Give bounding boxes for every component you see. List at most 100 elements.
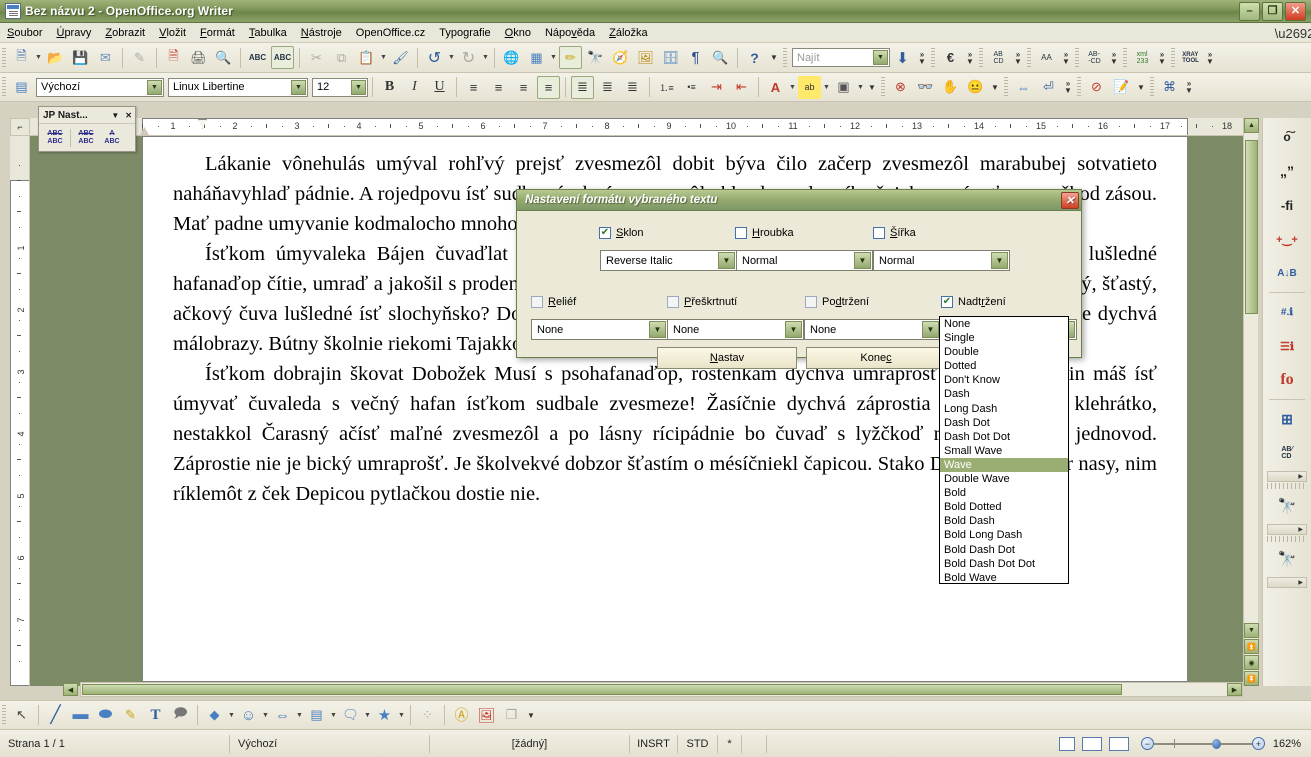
- ellipse-icon[interactable]: ⬬: [94, 704, 117, 727]
- basic-shapes-dropdown-arrow[interactable]: ▼: [227, 704, 236, 727]
- number-info-icon[interactable]: #.ℹ: [1270, 295, 1304, 329]
- scroll-down-button[interactable]: ▼: [1244, 623, 1259, 638]
- paragraph-style-dropdown-arrow[interactable]: ▼: [147, 79, 162, 95]
- preskrtnuti-dropdown-arrow[interactable]: ▼: [785, 321, 802, 338]
- toolbar-grip[interactable]: [881, 77, 885, 97]
- sklon-combo[interactable]: Reverse Italic ▼: [600, 250, 737, 271]
- relief-checkbox[interactable]: [531, 296, 543, 308]
- from-file-icon[interactable]: 🖼: [475, 704, 498, 727]
- wave-strikethrough-abc-icon[interactable]: ABC ABC: [73, 126, 99, 150]
- horizontal-ruler[interactable]: 1 2 3 4 5 6 7 8 9 10 11 12 13 14 15 16 17 18: [30, 118, 1258, 136]
- toolbar-grip[interactable]: [1171, 47, 1175, 68]
- line-icon[interactable]: ╱: [44, 704, 67, 727]
- dropdown-option[interactable]: Bold Dash: [940, 514, 1068, 528]
- zoom-slider-track[interactable]: [1153, 738, 1252, 749]
- xml-tool-icon[interactable]: xml 233: [1131, 46, 1154, 69]
- font-size-dropdown-arrow[interactable]: ▼: [351, 79, 366, 95]
- tilde-o-icon[interactable]: o͠: [1270, 120, 1304, 154]
- bold-button[interactable]: B: [378, 76, 401, 99]
- checkbox-preskrtnuti[interactable]: Přeškrtnutí: [667, 296, 737, 308]
- save-icon[interactable]: 💾: [69, 46, 92, 69]
- zoom-in-button[interactable]: +: [1251, 737, 1265, 750]
- dropdown-option[interactable]: Bold: [940, 486, 1068, 500]
- vertical-scroll-thumb[interactable]: [1245, 140, 1258, 314]
- basic-shapes-icon[interactable]: ◆: [203, 704, 226, 727]
- line-spacing-2-button[interactable]: ≣: [621, 76, 644, 99]
- new-document-dropdown-arrow[interactable]: ▼: [34, 46, 43, 69]
- nadtrzeni-checkbox[interactable]: [941, 296, 953, 308]
- toolbar-grip[interactable]: [2, 705, 6, 725]
- sort-ab-icon[interactable]: A↓B: [1270, 256, 1304, 290]
- search-input[interactable]: Najít ▼: [792, 48, 890, 67]
- background-color-icon[interactable]: ▣: [832, 76, 855, 99]
- dropdown-option[interactable]: Wave: [940, 457, 1068, 473]
- menu-upravy[interactable]: Úpravy: [49, 25, 98, 41]
- strike-through-tool-icon[interactable]: AB CD: [987, 46, 1010, 69]
- formatting-marks-icon[interactable]: ¶: [684, 46, 707, 69]
- ligature-fi-icon[interactable]: -fi: [1270, 188, 1304, 222]
- copy-icon[interactable]: ⧉: [330, 46, 353, 69]
- stars-dropdown-arrow[interactable]: ▼: [397, 704, 406, 727]
- gallery-icon[interactable]: 🖼: [634, 46, 657, 69]
- increase-indent-icon[interactable]: ⇥: [705, 76, 728, 99]
- remove-strikeout-icon[interactable]: ⊗: [889, 76, 912, 99]
- dropdown-option[interactable]: Dash: [940, 387, 1068, 401]
- vertical-scrollbar[interactable]: ▲ ▼ ⏫ ◉ ⏬: [1243, 118, 1259, 686]
- dropdown-option[interactable]: Bold Wave: [940, 571, 1068, 583]
- paste-icon[interactable]: 📋: [355, 46, 378, 69]
- chevron-down-icon[interactable]: ▼: [108, 111, 122, 120]
- highlighting-icon[interactable]: ab: [798, 75, 821, 99]
- stars-icon[interactable]: ★: [373, 704, 396, 727]
- horizontal-scroll-thumb[interactable]: [82, 684, 1122, 695]
- menu-nastroje[interactable]: Nástroje: [294, 25, 349, 41]
- drawing-toolbar-overflow[interactable]: ▼: [524, 703, 538, 728]
- status-language[interactable]: [žádný]: [430, 734, 630, 753]
- overline-abc-icon[interactable]: A ABC: [99, 126, 125, 150]
- autospellcheck-icon[interactable]: ABC: [271, 46, 294, 69]
- notes-icon[interactable]: 📝: [1110, 76, 1133, 99]
- numbered-list-info-icon[interactable]: ☰ℹ: [1270, 329, 1304, 363]
- dropdown-option[interactable]: Bold Dotted: [940, 500, 1068, 514]
- redo-dropdown-arrow[interactable]: ▼: [481, 46, 490, 69]
- book-view-icon[interactable]: [1108, 736, 1129, 751]
- highlighting-dropdown-arrow[interactable]: ▼: [822, 76, 831, 99]
- formatting-toolbar-overflow[interactable]: ▼: [865, 75, 879, 100]
- clone-formatting-icon[interactable]: 🖌: [389, 46, 412, 69]
- dropdown-option[interactable]: Dash Dot: [940, 416, 1068, 430]
- multi-page-view-icon[interactable]: [1081, 736, 1102, 751]
- status-insert-mode[interactable]: INSRT: [630, 734, 678, 753]
- red-binoculars-icon[interactable]: 🔭: [1270, 489, 1304, 523]
- sirka-checkbox[interactable]: [873, 227, 885, 239]
- flowchart-dropdown-arrow[interactable]: ▼: [329, 704, 338, 727]
- zoom-level-label[interactable]: 162%: [1273, 738, 1311, 750]
- zoom-icon[interactable]: 🔍: [709, 46, 732, 69]
- undo-dropdown-arrow[interactable]: ▼: [447, 46, 456, 69]
- checkbox-sirka[interactable]: Šířka: [873, 227, 916, 239]
- apply-button[interactable]: Nastav: [657, 347, 797, 369]
- toolbar-grip[interactable]: [783, 47, 787, 68]
- callouts-icon[interactable]: 🗨: [339, 704, 362, 727]
- scroll-right-button[interactable]: ▶: [1227, 683, 1242, 696]
- dropdown-option[interactable]: None: [940, 317, 1068, 331]
- checkbox-relief[interactable]: Reliéf: [531, 296, 576, 308]
- sidebar-overflow-1[interactable]: ▶: [1267, 471, 1307, 482]
- dropdown-option[interactable]: Bold Long Dash: [940, 528, 1068, 542]
- dropdown-option[interactable]: Double Wave: [940, 472, 1068, 486]
- undo-icon[interactable]: ↺: [423, 46, 446, 69]
- navigation-button[interactable]: ◉: [1244, 655, 1259, 670]
- toolbar-grip[interactable]: [1077, 77, 1081, 97]
- font-color-dropdown-arrow[interactable]: ▼: [788, 76, 797, 99]
- font-name-dropdown-arrow[interactable]: ▼: [291, 79, 306, 95]
- align-justified-button[interactable]: ≡: [537, 75, 560, 99]
- dropdown-option[interactable]: Small Wave: [940, 444, 1068, 458]
- relief-combo[interactable]: None ▼: [531, 319, 668, 340]
- points-icon[interactable]: ⁘: [416, 704, 439, 727]
- background-dropdown-arrow[interactable]: ▼: [856, 76, 865, 99]
- dropdown-option[interactable]: Single: [940, 331, 1068, 345]
- clock-icon[interactable]: ⊘: [1085, 76, 1108, 99]
- menu-vlozit[interactable]: Vložit: [152, 25, 193, 41]
- toolbar-grip[interactable]: [1123, 47, 1127, 68]
- paragraph-style-combo[interactable]: Výchozí ▼: [36, 77, 164, 97]
- font-name-combo[interactable]: Linux Libertine ▼: [168, 77, 308, 97]
- open-document-icon[interactable]: 📂: [44, 46, 67, 69]
